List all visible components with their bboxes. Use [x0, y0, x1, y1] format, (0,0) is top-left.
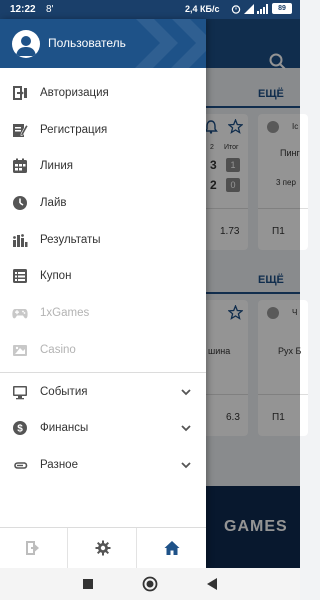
menu-item-label: Разное — [40, 458, 78, 471]
menu-item-misc[interactable]: Разное — [0, 448, 206, 485]
signal-bars-icon — [257, 3, 268, 14]
menu-item-finance[interactable]: $ Финансы — [0, 411, 206, 448]
triangle-back-icon — [207, 578, 217, 590]
brand-watermark-icon — [135, 19, 206, 68]
paperclip-icon — [14, 462, 28, 469]
navigation-drawer: Пользователь Авторизация Регистрация Лин… — [0, 19, 206, 568]
system-nav-bar — [0, 568, 300, 600]
gamepad-icon — [12, 309, 28, 319]
dollar-icon: $ — [13, 421, 27, 436]
menu-item-label: Купон — [40, 270, 72, 283]
home-button[interactable] — [138, 528, 206, 568]
clock-icon — [13, 196, 27, 211]
menu-item-label: Результаты — [40, 233, 101, 246]
user-name: Пользователь — [48, 36, 126, 50]
drawer-menu: Авторизация Регистрация Линия Лайв Резул… — [0, 76, 206, 485]
recents-button[interactable] — [78, 574, 98, 594]
menu-item-label: Линия — [40, 160, 73, 173]
signal-icon — [244, 3, 254, 14]
drawer-header[interactable]: Пользователь — [0, 19, 206, 68]
user-icon — [16, 36, 36, 56]
menu-item-coupon[interactable]: Купон — [0, 259, 206, 296]
monitor-icon — [13, 385, 27, 399]
chevron-down-icon[interactable] — [180, 386, 192, 398]
menu-item-label: События — [40, 385, 88, 398]
home-icon — [164, 541, 180, 555]
menu-item-label: Финансы — [40, 422, 89, 435]
registration-icon — [13, 123, 28, 137]
menu-item-registration[interactable]: Регистрация — [0, 113, 206, 150]
casino-icon — [13, 344, 27, 356]
circle-icon — [142, 576, 158, 592]
calendar-icon — [13, 158, 27, 174]
drawer-footer — [0, 527, 206, 568]
menu-item-label: Лайв — [40, 197, 67, 210]
svg-text:$: $ — [17, 424, 23, 435]
gear-icon — [95, 540, 110, 556]
menu-item-casino[interactable]: Casino — [0, 333, 206, 370]
status-bar: 12:22 8' 2,4 КБ/с 89 — [0, 0, 300, 19]
login-icon — [13, 86, 27, 100]
menu-item-live[interactable]: Лайв — [0, 186, 206, 223]
logout-button[interactable] — [0, 528, 68, 568]
menu-item-authorization[interactable]: Авторизация — [0, 76, 206, 113]
settings-button[interactable] — [69, 528, 137, 568]
menu-item-label: Casino — [40, 343, 76, 356]
menu-item-label: 1xGames — [40, 307, 90, 320]
menu-item-label: Авторизация — [40, 87, 109, 99]
notification-indicator: 8' — [46, 4, 54, 15]
menu-item-label: Регистрация — [40, 123, 108, 136]
status-icons: 89 — [231, 3, 292, 14]
battery-icon: 89 — [272, 3, 292, 14]
status-time: 12:22 — [10, 4, 36, 15]
logout-icon — [25, 541, 39, 555]
coupon-icon — [13, 269, 27, 284]
back-button[interactable] — [202, 574, 222, 594]
square-icon — [83, 579, 93, 589]
menu-item-line[interactable]: Линия — [0, 149, 206, 186]
menu-divider — [0, 371, 206, 373]
menu-item-1xgames[interactable]: 1xGames — [0, 296, 206, 333]
menu-item-results[interactable]: Результаты — [0, 223, 206, 260]
chevron-down-icon[interactable] — [180, 422, 192, 434]
alarm-icon — [231, 4, 241, 14]
results-bars-icon — [13, 233, 28, 247]
avatar[interactable] — [12, 30, 40, 58]
menu-item-events[interactable]: События — [0, 375, 206, 412]
system-home-button[interactable] — [140, 574, 160, 594]
network-speed: 2,4 КБ/с — [185, 4, 220, 14]
chevron-down-icon[interactable] — [180, 459, 192, 471]
